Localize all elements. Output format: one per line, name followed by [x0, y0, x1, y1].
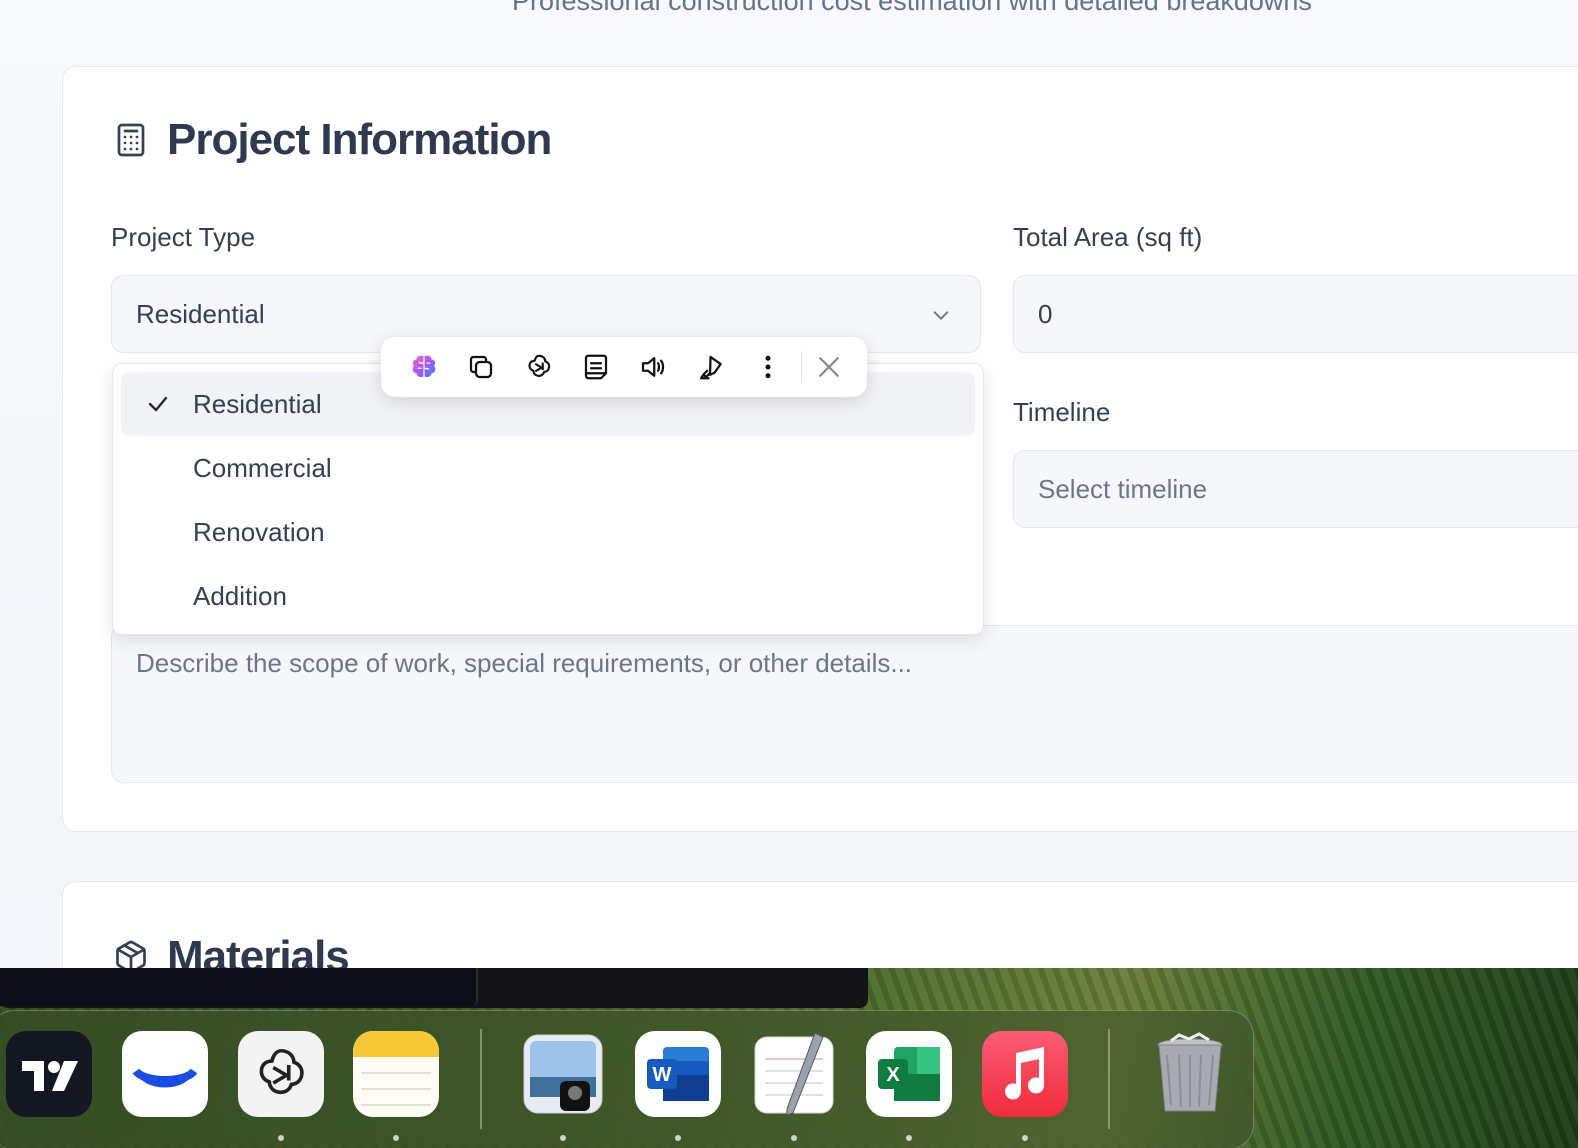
brain-icon	[412, 355, 436, 378]
notes-app-icon[interactable]	[353, 1031, 439, 1117]
card-title-text: Project Information	[167, 115, 552, 164]
music-app-icon[interactable]	[982, 1031, 1068, 1117]
chatgpt-button[interactable]	[510, 337, 567, 397]
highlighter-icon	[699, 355, 722, 380]
excel-app-icon[interactable]: X	[866, 1031, 952, 1117]
textedit-app-icon[interactable]	[751, 1031, 837, 1117]
dropdown-option-renovation[interactable]: Renovation	[121, 500, 975, 564]
running-indicator	[906, 1135, 912, 1141]
dropdown-option-label: Commercial	[193, 452, 332, 483]
card-title-text: Materials	[167, 932, 350, 968]
package-icon	[116, 940, 146, 968]
copy-button[interactable]	[452, 337, 509, 397]
more-options-button[interactable]	[740, 337, 797, 397]
more-icon	[765, 355, 771, 379]
check-icon	[148, 396, 168, 412]
background-window-edge	[0, 968, 868, 1008]
running-indicator	[675, 1135, 681, 1141]
floating-ai-toolbar	[381, 337, 867, 397]
copy-icon	[470, 355, 493, 379]
dropdown-option-label: Residential	[193, 388, 322, 419]
dropdown-option-addition[interactable]: Addition	[121, 564, 975, 628]
running-indicator	[278, 1135, 284, 1141]
running-indicator	[393, 1135, 399, 1141]
chatgpt-app-icon[interactable]	[238, 1031, 324, 1117]
read-aloud-button[interactable]	[625, 337, 682, 397]
word-app-icon[interactable]: W	[635, 1031, 721, 1117]
project-type-label: Project Type	[111, 222, 256, 252]
page-subtitle: Professional construction cost estimatio…	[512, 0, 1312, 16]
close-toolbar-button[interactable]	[806, 337, 853, 397]
coinbase-app-icon[interactable]	[122, 1031, 208, 1117]
toolbar-divider	[801, 351, 802, 383]
trash-icon[interactable]	[1147, 1031, 1233, 1117]
dropdown-option-label: Renovation	[193, 516, 325, 547]
chatgpt-icon	[528, 354, 550, 377]
svg-text:W: W	[653, 1064, 672, 1086]
brain-button[interactable]	[395, 337, 452, 397]
app-window: Professional construction cost estimatio…	[0, 0, 1578, 968]
description-placeholder: Describe the scope of work, special requ…	[136, 648, 913, 678]
highlight-button[interactable]	[682, 337, 739, 397]
summary-icon	[584, 354, 608, 380]
timeline-select[interactable]: Select timeline	[1013, 450, 1578, 528]
calculator-icon	[117, 123, 145, 157]
tradingview-app-icon[interactable]	[6, 1031, 92, 1117]
timeline-label: Timeline	[1013, 397, 1111, 427]
materials-heading: Materials	[113, 932, 350, 968]
timeline-placeholder: Select timeline	[1038, 473, 1208, 504]
dock: W X	[0, 1010, 1254, 1148]
dropdown-option-label: Addition	[193, 580, 287, 611]
svg-text:X: X	[886, 1064, 900, 1086]
project-description-textarea[interactable]: Describe the scope of work, special requ…	[111, 625, 1578, 783]
speaker-icon	[642, 357, 665, 377]
total-area-label: Total Area (sq ft)	[1013, 222, 1203, 252]
total-area-input[interactable]: 0	[1013, 275, 1578, 353]
desktop-wallpaper: W X	[0, 968, 1578, 1148]
dropdown-option-commercial[interactable]: Commercial	[121, 436, 975, 500]
project-type-value: Residential	[136, 298, 265, 329]
running-indicator	[560, 1135, 566, 1141]
project-information-heading: Project Information	[113, 115, 552, 165]
chevron-down-icon	[933, 311, 949, 320]
materials-card: Materials	[62, 881, 1578, 968]
running-indicator	[791, 1135, 797, 1141]
running-indicator	[1022, 1135, 1028, 1141]
dock-separator	[480, 1029, 482, 1129]
summary-button[interactable]	[567, 337, 624, 397]
preview-app-icon[interactable]	[520, 1031, 606, 1117]
project-type-dropdown: Residential Commercial Renovation Additi…	[112, 363, 984, 635]
close-icon	[819, 357, 840, 377]
total-area-value: 0	[1038, 298, 1053, 329]
dock-separator	[1108, 1029, 1110, 1129]
